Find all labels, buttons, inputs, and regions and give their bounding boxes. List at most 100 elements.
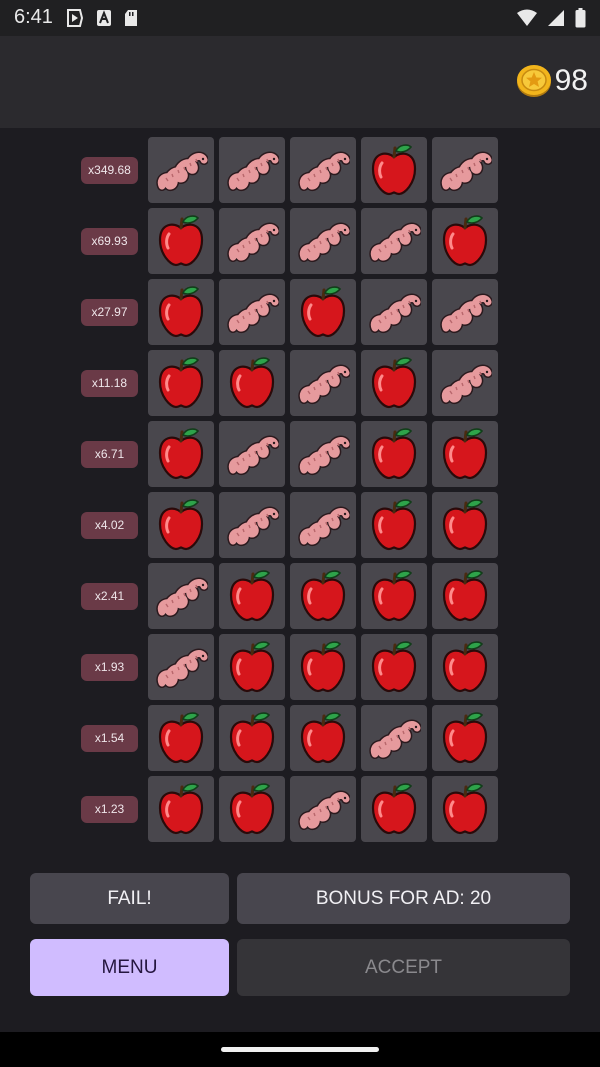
navigation-bar <box>0 1032 600 1067</box>
grid-tile-worm[interactable] <box>361 279 427 345</box>
worm-icon <box>154 146 208 194</box>
grid-tile-apple[interactable] <box>290 705 356 771</box>
grid-tile-worm[interactable] <box>432 350 498 416</box>
apple-icon <box>439 640 491 694</box>
apple-icon <box>155 711 207 765</box>
coin-count: 98 <box>554 64 588 97</box>
multiplier-badge: x1.23 <box>81 796 138 823</box>
apple-icon <box>297 640 349 694</box>
grid-tile-worm[interactable] <box>290 208 356 274</box>
apple-icon <box>368 640 420 694</box>
grid-tile-apple[interactable] <box>290 634 356 700</box>
grid-tile-worm[interactable] <box>219 279 285 345</box>
apple-icon <box>439 427 491 481</box>
grid-tile-apple[interactable] <box>219 776 285 842</box>
multiplier-badge: x27.97 <box>81 299 138 326</box>
grid-tile-apple[interactable] <box>361 421 427 487</box>
grid-tile-apple[interactable] <box>432 421 498 487</box>
a-icon <box>97 10 111 26</box>
grid-tile-worm[interactable] <box>219 208 285 274</box>
menu-button[interactable]: MENU <box>30 939 229 996</box>
grid-tile-apple[interactable] <box>219 705 285 771</box>
apple-icon <box>155 214 207 268</box>
grid-tile-worm[interactable] <box>219 421 285 487</box>
grid-tile-apple[interactable] <box>219 350 285 416</box>
grid-tile-worm[interactable] <box>290 776 356 842</box>
worm-icon <box>225 430 279 478</box>
grid-tile-apple[interactable] <box>361 350 427 416</box>
signal-icon <box>548 10 564 26</box>
coin-balance: 98 <box>515 64 588 98</box>
grid-tile-worm[interactable] <box>219 492 285 558</box>
apple-icon <box>155 356 207 410</box>
grid-tile-apple[interactable] <box>148 279 214 345</box>
grid-tile-apple[interactable] <box>148 350 214 416</box>
worm-icon <box>225 501 279 549</box>
apple-icon <box>368 143 420 197</box>
wifi-icon <box>517 9 537 26</box>
worm-icon <box>296 146 350 194</box>
grid-tile-apple[interactable] <box>219 634 285 700</box>
worm-icon <box>296 785 350 833</box>
apple-icon <box>226 640 278 694</box>
apple-icon <box>368 782 420 836</box>
grid-tile-worm[interactable] <box>148 563 214 629</box>
grid-tile-apple[interactable] <box>361 776 427 842</box>
apple-icon <box>297 569 349 623</box>
apple-icon <box>368 569 420 623</box>
apple-icon <box>297 285 349 339</box>
grid-tile-apple[interactable] <box>148 208 214 274</box>
grid-tile-worm[interactable] <box>148 634 214 700</box>
grid-tile-apple[interactable] <box>432 634 498 700</box>
grid-tile-worm[interactable] <box>219 137 285 203</box>
grid-tile-worm[interactable] <box>432 137 498 203</box>
status-bar: 6:41 <box>0 0 600 36</box>
grid-tile-apple[interactable] <box>148 776 214 842</box>
grid-tile-apple[interactable] <box>361 492 427 558</box>
home-handle[interactable] <box>221 1047 379 1052</box>
sd-card-icon <box>125 10 137 26</box>
grid-tile-apple[interactable] <box>219 563 285 629</box>
multiplier-badge: x349.68 <box>81 157 138 184</box>
grid-tile-apple[interactable] <box>361 563 427 629</box>
apple-icon <box>439 214 491 268</box>
grid-tile-apple[interactable] <box>148 421 214 487</box>
apple-icon <box>439 782 491 836</box>
apple-icon <box>155 498 207 552</box>
battery-icon <box>575 8 586 28</box>
multiplier-badge: x11.18 <box>81 370 138 397</box>
multiplier-badge: x69.93 <box>81 228 138 255</box>
grid-tile-worm[interactable] <box>290 350 356 416</box>
grid-tile-worm[interactable] <box>148 137 214 203</box>
grid-tile-apple[interactable] <box>432 208 498 274</box>
grid-tile-apple[interactable] <box>361 137 427 203</box>
grid-tile-apple[interactable] <box>148 705 214 771</box>
fail-status-button: FAIL! <box>30 873 229 924</box>
grid-tile-apple[interactable] <box>432 492 498 558</box>
status-time: 6:41 <box>14 6 53 28</box>
apple-icon <box>155 782 207 836</box>
apple-icon <box>368 498 420 552</box>
grid-tile-apple[interactable] <box>432 563 498 629</box>
grid-tile-apple[interactable] <box>432 705 498 771</box>
worm-icon <box>438 288 492 336</box>
multiplier-badge: x1.54 <box>81 725 138 752</box>
worm-icon <box>367 714 421 762</box>
grid-tile-apple[interactable] <box>361 634 427 700</box>
grid-tile-apple[interactable] <box>148 492 214 558</box>
grid-tile-worm[interactable] <box>290 421 356 487</box>
grid-tile-worm[interactable] <box>361 705 427 771</box>
grid-tile-apple[interactable] <box>290 563 356 629</box>
grid-tile-worm[interactable] <box>290 492 356 558</box>
multiplier-badge: x2.41 <box>81 583 138 610</box>
grid-tile-worm[interactable] <box>432 279 498 345</box>
grid-tile-worm[interactable] <box>361 208 427 274</box>
grid-tile-apple[interactable] <box>290 279 356 345</box>
apple-icon <box>368 356 420 410</box>
grid-tile-worm[interactable] <box>290 137 356 203</box>
worm-icon <box>296 430 350 478</box>
bonus-for-ad-button[interactable]: BONUS FOR AD: 20 <box>237 873 570 924</box>
worm-icon <box>367 217 421 265</box>
grid-tile-apple[interactable] <box>432 776 498 842</box>
play-icon <box>67 9 84 27</box>
